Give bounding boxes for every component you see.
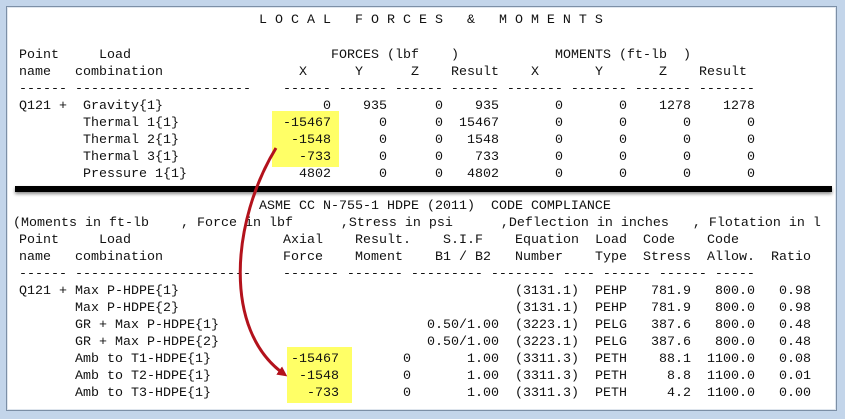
red-arrow-annotation (238, 147, 288, 377)
arrow-path (238, 147, 288, 377)
